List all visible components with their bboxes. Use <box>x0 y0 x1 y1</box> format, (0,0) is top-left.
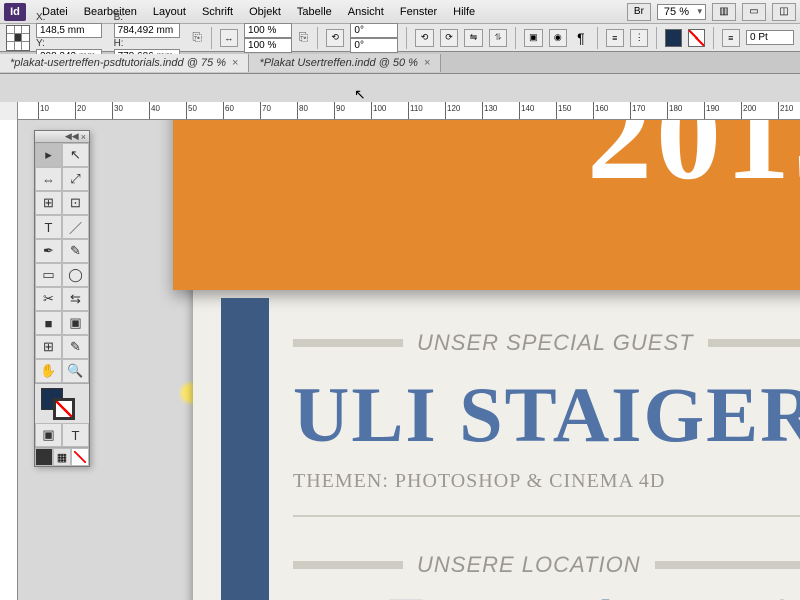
menu-tabelle[interactable]: Tabelle <box>289 6 340 18</box>
distribute-icon[interactable]: ⋮ <box>630 29 648 47</box>
menu-hilfe[interactable]: Hilfe <box>445 6 483 18</box>
select-content-icon[interactable]: ◉ <box>549 29 567 47</box>
blue-sidebar-shape[interactable] <box>221 298 269 600</box>
screen-mode-icon[interactable]: ▭ <box>742 3 766 21</box>
section2-heading[interactable]: UNSERE LOCATION <box>417 552 641 578</box>
divider-line <box>293 339 403 347</box>
select-container-icon[interactable]: ▣ <box>524 29 542 47</box>
reference-point-grid[interactable] <box>6 25 30 51</box>
divider-line <box>655 561 800 569</box>
zoom-tool[interactable]: 🔍 <box>62 359 89 383</box>
menu-ansicht[interactable]: Ansicht <box>340 6 392 18</box>
stroke-weight-icon: ≡ <box>722 29 740 47</box>
bridge-button[interactable]: Br <box>627 3 651 21</box>
menu-schrift[interactable]: Schrift <box>194 6 241 18</box>
year-text[interactable]: 2013 <box>587 120 800 210</box>
document-canvas[interactable]: 2013 UNSER SPECIAL GUEST ULI STAIGER THE… <box>18 120 800 600</box>
constrain-scale-icon[interactable]: ⎘ <box>298 27 309 49</box>
flip-v-icon[interactable]: ⥮ <box>489 29 507 47</box>
doc-tab-1-label: *plakat-usertreffen-psdtutorials.indd @ … <box>10 57 226 69</box>
menu-objekt[interactable]: Objekt <box>241 6 289 18</box>
hand-tool[interactable]: ✋ <box>35 359 62 383</box>
stroke-weight-field[interactable] <box>746 30 794 45</box>
rotate-field[interactable] <box>350 23 398 38</box>
page[interactable]: 2013 UNSER SPECIAL GUEST ULI STAIGER THE… <box>193 120 800 600</box>
section1-heading[interactable]: UNSER SPECIAL GUEST <box>417 330 694 356</box>
divider-line <box>293 515 800 517</box>
fill-stroke-proxy[interactable] <box>35 383 89 423</box>
apply-none-mode[interactable] <box>71 448 89 466</box>
y-label: Y: <box>36 38 45 49</box>
type-tool[interactable]: T <box>35 215 62 239</box>
close-icon[interactable]: × <box>424 57 430 69</box>
formatting-text-icon[interactable]: T <box>62 423 89 447</box>
flip-h-icon[interactable]: ⇋ <box>464 29 482 47</box>
w-label: B: <box>114 12 123 23</box>
rotate-ccw-icon[interactable]: ⟲ <box>415 29 433 47</box>
w-field[interactable] <box>114 23 180 38</box>
selection-tool[interactable]: ▸ <box>35 143 62 167</box>
fill-swatch[interactable] <box>665 29 682 47</box>
pencil-tool[interactable]: ✎ <box>62 239 89 263</box>
apply-color-mode[interactable] <box>35 448 53 466</box>
x-field[interactable] <box>36 23 102 38</box>
zoom-select[interactable]: 75 % <box>657 4 706 20</box>
tools-panel[interactable]: ◀◀× ▸ ↖ ⇔ ⤢ ⊞ ⊡ T ／ ✒ ✎ ▭ ◯ ✂ ⇆ ■ ▣ ⊞ ✎ … <box>34 130 90 467</box>
horizontal-ruler[interactable]: 1020304050607080901001101201301401501601… <box>0 102 800 120</box>
collapse-icon[interactable]: ◀◀ <box>65 131 79 142</box>
location-text[interactable]: BRITZER DAMM 51 <box>293 588 800 600</box>
constrain-wh-icon[interactable]: ⎘ <box>192 27 203 49</box>
scale-x-field[interactable] <box>244 23 292 38</box>
divider-line <box>293 561 403 569</box>
stroke-swatch[interactable] <box>688 29 705 47</box>
mouse-cursor: ↖ <box>354 86 366 103</box>
note-tool[interactable]: ⊞ <box>35 335 62 359</box>
align-icon[interactable]: ≡ <box>606 29 624 47</box>
doc-tab-1[interactable]: *plakat-usertreffen-psdtutorials.indd @ … <box>0 54 249 72</box>
scale-y-field[interactable] <box>244 38 292 53</box>
gap-tool[interactable]: ⤢ <box>62 167 89 191</box>
rectangle-tool[interactable]: ◯ <box>62 263 89 287</box>
vertical-ruler[interactable] <box>0 120 18 600</box>
gradient-feather-tool[interactable]: ▣ <box>62 311 89 335</box>
content-collector-tool[interactable]: ⊞ <box>35 191 62 215</box>
guest-name[interactable]: ULI STAIGER <box>293 370 800 460</box>
page-tool[interactable]: ⇔ <box>35 167 62 191</box>
formatting-container-icon[interactable]: ▣ <box>35 423 62 447</box>
menu-fenster[interactable]: Fenster <box>392 6 445 18</box>
app-logo: Id <box>4 3 26 21</box>
divider-line <box>708 339 800 347</box>
free-transform-tool[interactable]: ⇆ <box>62 287 89 311</box>
ruler-origin[interactable] <box>0 102 18 120</box>
direct-selection-tool[interactable]: ↖ <box>62 143 89 167</box>
close-icon[interactable]: × <box>232 57 238 69</box>
pen-tool[interactable]: ✒ <box>35 239 62 263</box>
panel-grip[interactable]: ◀◀× <box>35 131 89 143</box>
paragraph-mark-icon: ¶ <box>577 30 585 46</box>
line-tool[interactable]: ／ <box>62 215 89 239</box>
close-icon[interactable]: × <box>81 132 86 142</box>
stroke-proxy[interactable] <box>53 398 75 420</box>
guest-topics[interactable]: THEMEN: PHOTOSHOP & CINEMA 4D <box>293 470 800 493</box>
content-placer-tool[interactable]: ⊡ <box>62 191 89 215</box>
scissors-tool[interactable]: ✂ <box>35 287 62 311</box>
doc-tab-2-label: *Plakat Usertreffen.indd @ 50 % <box>259 57 418 69</box>
shear-field[interactable] <box>350 38 398 53</box>
apply-gradient-mode[interactable]: ▦ <box>53 448 71 466</box>
scale-x-icon: ↔ <box>220 29 238 47</box>
x-label: X: <box>36 12 45 23</box>
arrange-icon[interactable]: ◫ <box>772 3 796 21</box>
h-label: H: <box>114 38 124 49</box>
doc-tab-2[interactable]: *Plakat Usertreffen.indd @ 50 % × <box>249 54 441 72</box>
rotate-cw-icon[interactable]: ⟳ <box>440 29 458 47</box>
view-options-icon[interactable]: ▥ <box>712 3 736 21</box>
gradient-swatch-tool[interactable]: ■ <box>35 311 62 335</box>
rectangle-frame-tool[interactable]: ▭ <box>35 263 62 287</box>
rotate-icon: ⟲ <box>326 29 344 47</box>
eyedropper-tool[interactable]: ✎ <box>62 335 89 359</box>
